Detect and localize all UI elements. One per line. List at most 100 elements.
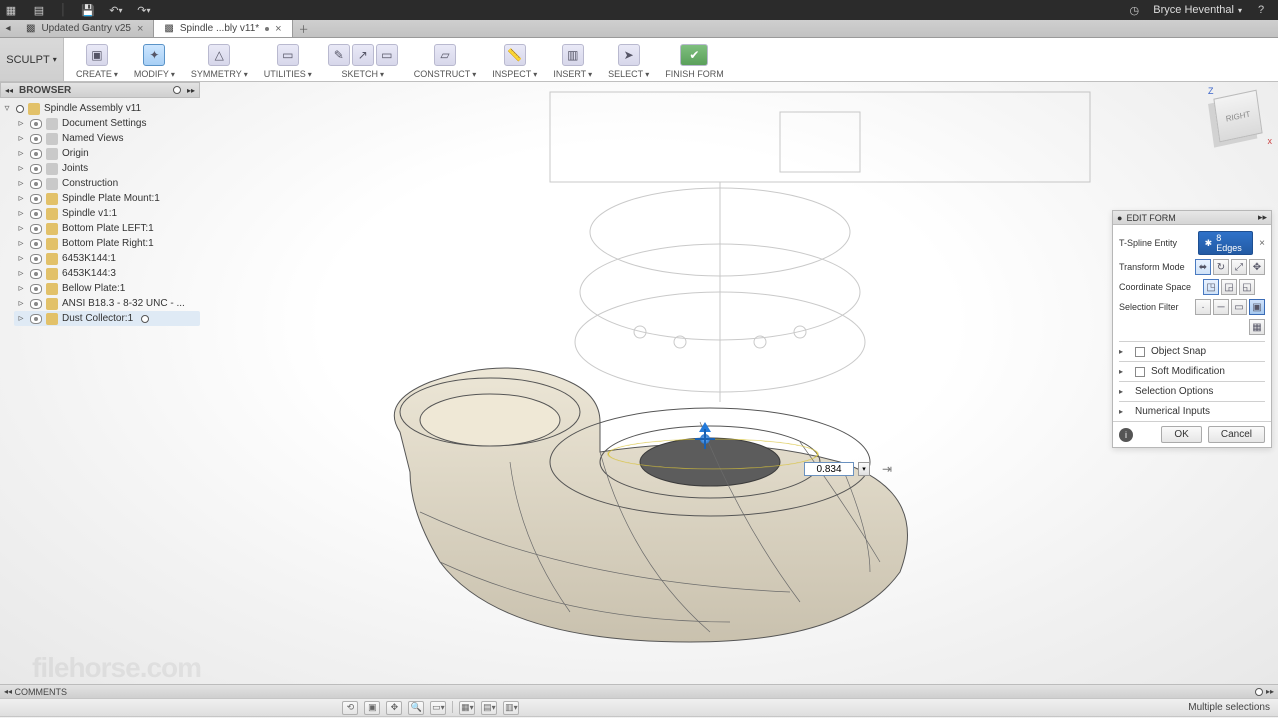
browser-item[interactable]: ▹Bellow Plate:1 [14, 281, 200, 296]
data-panel-toggle-icon[interactable]: ◂ [0, 23, 16, 34]
grid-icon[interactable]: ▤▾ [481, 701, 497, 715]
activity-icon[interactable]: ◷ [1127, 3, 1141, 17]
visibility-icon[interactable] [30, 119, 42, 129]
transform-mode-1-icon[interactable]: ⬌ [1195, 259, 1211, 275]
checkbox-icon[interactable] [1135, 347, 1145, 357]
visibility-icon[interactable] [30, 149, 42, 159]
browser-item[interactable]: ▹Document Settings [14, 116, 200, 131]
browser-item[interactable]: ▹Named Views [14, 131, 200, 146]
viewcube[interactable]: Z RIGHT x [1212, 88, 1266, 142]
browser-item[interactable]: ▹Construction [14, 176, 200, 191]
help-icon[interactable]: ? [1254, 3, 1268, 17]
pan-icon[interactable]: ✥ [386, 701, 402, 715]
visibility-icon[interactable] [30, 239, 42, 249]
cancel-button[interactable]: Cancel [1208, 426, 1265, 443]
apps-grid-icon[interactable]: ▦ [4, 3, 18, 17]
browser-item[interactable]: ▹Bottom Plate Right:1 [14, 236, 200, 251]
browser-item[interactable]: ▹Dust Collector:1 [14, 311, 200, 326]
coord-space-3-icon[interactable]: ◱ [1239, 279, 1255, 295]
info-icon[interactable]: i [1119, 428, 1133, 442]
close-icon[interactable]: × [275, 23, 281, 35]
panel-header[interactable]: ●EDIT FORM ▸▸ [1113, 211, 1271, 225]
symmetry-icon[interactable]: △ [208, 44, 230, 66]
close-icon[interactable]: × [137, 23, 143, 35]
browser-item[interactable]: ▹Spindle v1:1 [14, 206, 200, 221]
orbit-icon[interactable]: ⟲ [342, 701, 358, 715]
selection-chip[interactable]: ✱8 Edges [1198, 231, 1254, 255]
viewport[interactable]: ▾ ⇥ ◂◂ BROWSER ▸▸ ▿ Spindle Assembly v11… [0, 82, 1278, 684]
ok-button[interactable]: OK [1161, 426, 1201, 443]
visibility-icon[interactable] [30, 254, 42, 264]
visibility-icon[interactable] [30, 179, 42, 189]
visibility-icon[interactable] [30, 269, 42, 279]
filter-body-icon[interactable]: ▣ [1249, 299, 1265, 315]
radio-dot-icon[interactable] [1255, 688, 1263, 696]
transform-mode-3-icon[interactable]: ⤢ [1231, 259, 1247, 275]
pin-icon[interactable]: ▸▸ [1258, 212, 1267, 223]
browser-root[interactable]: ▿ Spindle Assembly v11 [0, 101, 200, 116]
dimension-next-icon[interactable]: ⇥ [882, 462, 892, 476]
edit-form-icon[interactable]: ✦ [143, 44, 165, 66]
utilities-icon[interactable]: ▭ [277, 44, 299, 66]
activate-radio-icon[interactable] [141, 315, 149, 323]
look-icon[interactable]: ▣ [364, 701, 380, 715]
comments-bar[interactable]: ◂◂ COMMENTS ▸▸ [0, 684, 1278, 698]
visibility-icon[interactable] [30, 134, 42, 144]
transform-mode-4-icon[interactable]: ✥ [1249, 259, 1265, 275]
visibility-icon[interactable] [30, 209, 42, 219]
new-file-icon[interactable]: ▤ [32, 3, 46, 17]
undo-icon[interactable]: ↶▾ [109, 3, 123, 17]
browser-item[interactable]: ▹Origin [14, 146, 200, 161]
new-tab-button[interactable]: ＋ [293, 21, 315, 36]
visibility-icon[interactable] [30, 224, 42, 234]
browser-item[interactable]: ▹6453K144:1 [14, 251, 200, 266]
coord-space-1-icon[interactable]: ◳ [1203, 279, 1219, 295]
viewcube-face[interactable]: RIGHT [1213, 90, 1262, 143]
construct-plane-icon[interactable]: ▱ [434, 44, 456, 66]
save-icon[interactable]: 💾 [81, 3, 95, 17]
sketch-rect-icon[interactable]: ▭ [376, 44, 398, 66]
section-soft-mod[interactable]: ▸Soft Modification [1119, 366, 1265, 377]
visibility-icon[interactable] [30, 299, 42, 309]
browser-header[interactable]: ◂◂ BROWSER ▸▸ [0, 82, 200, 98]
browser-item[interactable]: ▹6453K144:3 [14, 266, 200, 281]
radio-dot-icon[interactable] [173, 86, 181, 94]
fit-icon[interactable]: ▭▾ [430, 701, 446, 715]
create-box-icon[interactable]: ▣ [86, 44, 108, 66]
document-tab-1[interactable]: ▩ Updated Gantry v25 × [16, 20, 154, 37]
select-arrow-icon[interactable]: ➤ [618, 44, 640, 66]
dimension-dropdown-icon[interactable]: ▾ [858, 462, 870, 476]
visibility-icon[interactable] [30, 164, 42, 174]
dimension-value-input[interactable] [804, 462, 854, 476]
clear-selection-icon[interactable]: × [1259, 238, 1265, 249]
sketch-line-icon[interactable]: ↗ [352, 44, 374, 66]
zoom-icon[interactable]: 🔍 [408, 701, 424, 715]
browser-item[interactable]: ▹Bottom Plate LEFT:1 [14, 221, 200, 236]
visibility-icon[interactable] [30, 314, 42, 324]
user-menu[interactable]: Bryce Heventhal▾ [1153, 4, 1242, 16]
browser-item[interactable]: ▹Joints [14, 161, 200, 176]
checkbox-icon[interactable] [1135, 367, 1145, 377]
section-selection-options[interactable]: ▸Selection Options [1119, 386, 1265, 397]
insert-decal-icon[interactable]: ▥ [562, 44, 584, 66]
viewports-icon[interactable]: ▥▾ [503, 701, 519, 715]
coord-space-2-icon[interactable]: ◲ [1221, 279, 1237, 295]
sketch-pencil-icon[interactable]: ✎ [328, 44, 350, 66]
browser-item[interactable]: ▹Spindle Plate Mount:1 [14, 191, 200, 206]
transform-mode-2-icon[interactable]: ↻ [1213, 259, 1229, 275]
filter-vertex-icon[interactable]: · [1195, 299, 1211, 315]
display-style-icon[interactable]: ▦▾ [459, 701, 475, 715]
workspace-switcher[interactable]: SCULPT▾ [0, 38, 64, 81]
section-numerical-inputs[interactable]: ▸Numerical Inputs [1119, 406, 1265, 417]
inspect-measure-icon[interactable]: 📏 [504, 44, 526, 66]
visibility-icon[interactable] [30, 194, 42, 204]
redo-icon[interactable]: ↷▾ [137, 3, 151, 17]
browser-item[interactable]: ▹ANSI B18.3 - 8-32 UNC - ... [14, 296, 200, 311]
document-tab-2[interactable]: ▩ Spindle ...bly v11* × [154, 20, 292, 37]
filter-face-icon[interactable]: ▭ [1231, 299, 1247, 315]
filter-extra-icon[interactable]: ▦ [1249, 319, 1265, 335]
finish-form-icon[interactable]: ✔ [680, 44, 708, 66]
filter-edge-icon[interactable]: ─ [1213, 299, 1229, 315]
section-object-snap[interactable]: ▸Object Snap [1119, 346, 1265, 357]
visibility-icon[interactable] [30, 284, 42, 294]
